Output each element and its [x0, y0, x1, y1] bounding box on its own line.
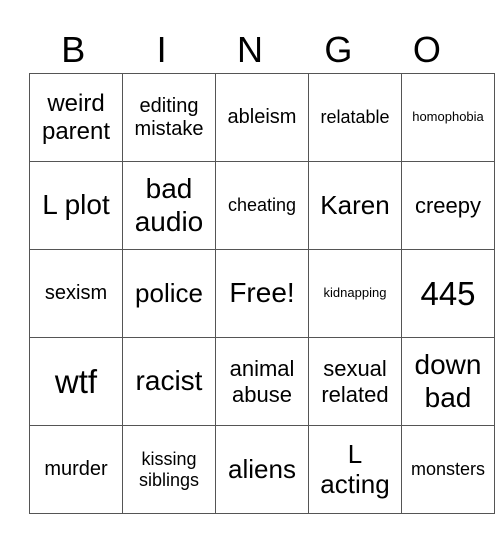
- header-letter-o: O: [412, 29, 441, 70]
- bingo-grid: weird parent editing mistake ableism rel…: [29, 73, 495, 514]
- bingo-cell[interactable]: editing mistake: [122, 73, 216, 162]
- bingo-cell[interactable]: weird parent: [29, 73, 123, 162]
- bingo-header: B I N G O: [29, 28, 471, 72]
- bingo-cell[interactable]: cheating: [215, 161, 309, 250]
- bingo-cell[interactable]: L plot: [29, 161, 123, 250]
- bingo-cell[interactable]: relatable: [308, 73, 402, 162]
- header-letter-b: B: [61, 29, 86, 70]
- header-letter-n: N: [237, 29, 264, 70]
- bingo-cell[interactable]: murder: [29, 425, 123, 514]
- grid-row: wtf racist animal abuse sexual related d…: [29, 337, 495, 426]
- bingo-cell[interactable]: homophobia: [401, 73, 495, 162]
- bingo-cell[interactable]: police: [122, 249, 216, 338]
- bingo-cell[interactable]: sexism: [29, 249, 123, 338]
- bingo-cell[interactable]: bad audio: [122, 161, 216, 250]
- grid-row: L plot bad audio cheating Karen creepy: [29, 161, 495, 250]
- bingo-cell[interactable]: Karen: [308, 161, 402, 250]
- bingo-cell[interactable]: kissing siblings: [122, 425, 216, 514]
- bingo-cell[interactable]: aliens: [215, 425, 309, 514]
- bingo-cell[interactable]: creepy: [401, 161, 495, 250]
- bingo-cell[interactable]: animal abuse: [215, 337, 309, 426]
- grid-row: murder kissing siblings aliens L acting …: [29, 425, 495, 514]
- bingo-cell[interactable]: L acting: [308, 425, 402, 514]
- grid-row: weird parent editing mistake ableism rel…: [29, 73, 495, 162]
- bingo-cell[interactable]: monsters: [401, 425, 495, 514]
- free-space-cell[interactable]: Free!: [215, 249, 309, 338]
- bingo-cell[interactable]: down bad: [401, 337, 495, 426]
- header-letter-i: I: [156, 29, 167, 70]
- grid-row: sexism police Free! kidnapping 445: [29, 249, 495, 338]
- bingo-cell[interactable]: 445: [401, 249, 495, 338]
- bingo-cell[interactable]: sexual related: [308, 337, 402, 426]
- bingo-cell[interactable]: racist: [122, 337, 216, 426]
- bingo-cell[interactable]: kidnapping: [308, 249, 402, 338]
- bingo-cell[interactable]: wtf: [29, 337, 123, 426]
- header-letter-g: G: [324, 29, 353, 70]
- bingo-cell[interactable]: ableism: [215, 73, 309, 162]
